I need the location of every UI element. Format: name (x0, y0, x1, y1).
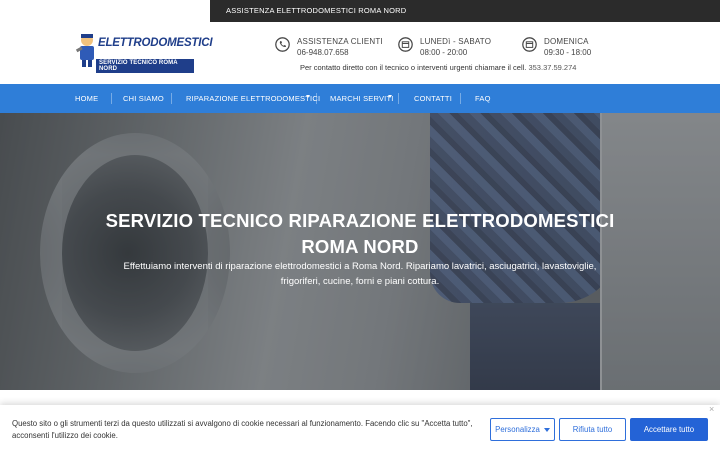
reject-all-button[interactable]: Rifiuta tutto (559, 418, 626, 441)
site-logo[interactable]: ELETTRODOMESTICI SERVIZIO TECNICO ROMA N… (74, 30, 213, 73)
support-phone[interactable]: 06-948.07.658 (297, 48, 349, 57)
caret-down-icon (543, 427, 550, 432)
nav-separator (316, 93, 317, 104)
hero-title: SERVIZIO TECNICO RIPARAZIONE ELETTRODOME… (0, 208, 720, 260)
weekday-title: LUNEDì - SABATO (420, 37, 492, 46)
calendar-icon (522, 37, 537, 52)
support-title: ASSISTENZA CLIENTI (297, 37, 383, 46)
top-bar-label: ASSISTENZA ELETTRODOMESTICI ROMA NORD (226, 6, 407, 15)
top-bar: ASSISTENZA ELETTRODOMESTICI ROMA NORD (0, 0, 720, 22)
hero-description-line2: frigoriferi, cucine, forni e piani cottu… (280, 276, 440, 287)
nav-marchi[interactable]: MARCHI SERVITI (330, 94, 394, 103)
sunday-time: 09:30 - 18:00 (544, 48, 592, 57)
top-bar-slant (196, 0, 210, 22)
nav-separator (111, 93, 112, 104)
cookie-text: Questo sito o gli strumenti terzi da que… (12, 419, 473, 440)
hero-title-line1: SERVIZIO TECNICO RIPARAZIONE ELETTRODOME… (105, 210, 615, 231)
nav-riparazione[interactable]: RIPARAZIONE ELETTRODOMESTICI (186, 94, 320, 103)
nav-chi-siamo[interactable]: CHI SIAMO (123, 94, 164, 103)
chevron-down-icon[interactable] (306, 95, 310, 98)
customize-button[interactable]: Personalizza (490, 418, 555, 441)
cookie-banner: × Questo sito o gli strumenti terzi da q… (0, 404, 720, 450)
sunday-title: DOMENICA (544, 37, 589, 46)
chevron-down-icon[interactable] (388, 95, 392, 98)
nav-separator (171, 93, 172, 104)
nav-separator (398, 93, 399, 104)
hero-description: Effettuiamo interventi di riparazione el… (110, 259, 610, 289)
nav-home[interactable]: HOME (75, 94, 98, 103)
logo-brand: ELETTRODOMESTICI (98, 37, 213, 49)
phone-icon (275, 37, 290, 52)
nav-separator (460, 93, 461, 104)
hero-description-line1: Effettuiamo interventi di riparazione el… (123, 261, 597, 272)
direct-contact-text: Per contatto diretto con il tecnico o in… (300, 63, 527, 72)
nav-contatti[interactable]: CONTATTI (414, 94, 452, 103)
main-nav: HOME CHI SIAMO RIPARAZIONE ELETTRODOMEST… (0, 84, 720, 113)
accept-all-button[interactable]: Accettare tutto (630, 418, 708, 441)
direct-contact: Per contatto diretto con il tecnico o in… (300, 63, 576, 72)
direct-contact-number[interactable]: 353.37.59.274 (528, 63, 576, 72)
nav-faq[interactable]: FAQ (475, 94, 491, 103)
site-header: ELETTRODOMESTICI SERVIZIO TECNICO ROMA N… (0, 22, 720, 84)
hero-title-line2: ROMA NORD (301, 236, 419, 257)
customize-label: Personalizza (495, 425, 540, 434)
logo-tagline: SERVIZIO TECNICO ROMA NORD (96, 59, 194, 73)
calendar-icon (398, 37, 413, 52)
close-icon[interactable]: × (709, 404, 714, 414)
weekday-time: 08:00 - 20:00 (420, 48, 468, 57)
hero-banner: SERVIZIO TECNICO RIPARAZIONE ELETTRODOME… (0, 113, 720, 390)
